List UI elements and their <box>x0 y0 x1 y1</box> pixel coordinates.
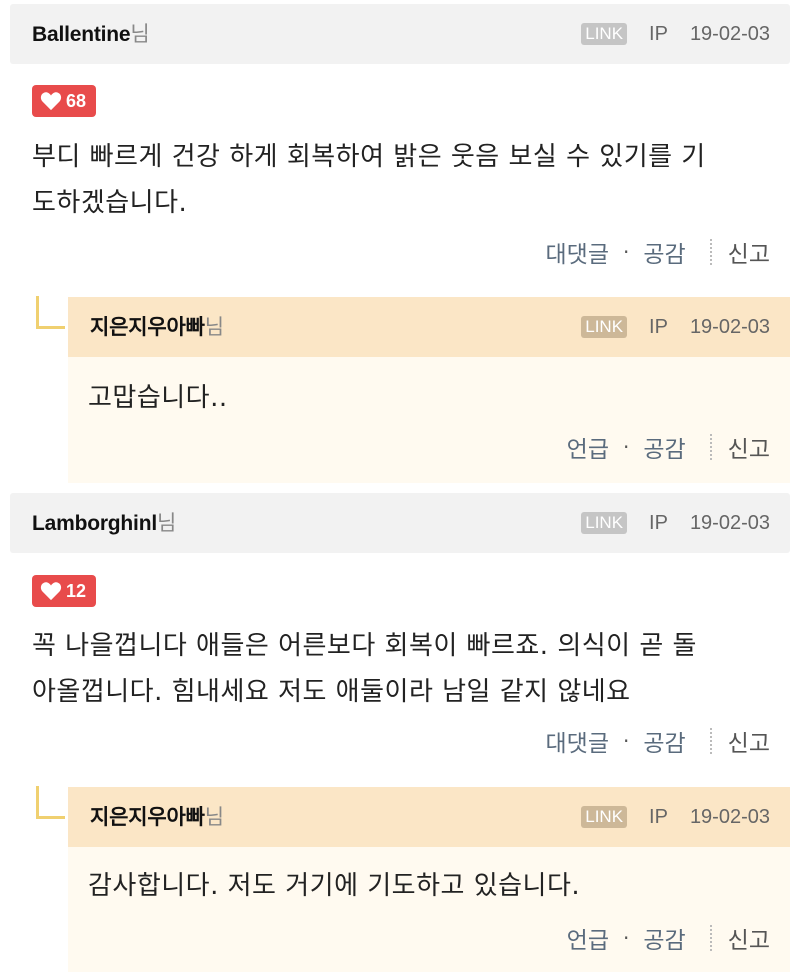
link-badge[interactable]: LINK <box>581 806 628 828</box>
reply-header: 지은지우아빠님 LINK IP 19-02-03 <box>68 787 790 847</box>
action-separator-dot: · <box>622 240 630 264</box>
comment-meta: LINK IP 19-02-03 <box>581 493 770 553</box>
author-name[interactable]: 지은지우아빠 <box>90 806 205 829</box>
like-count: 12 <box>66 580 87 601</box>
action-separator-dot: · <box>622 729 630 753</box>
comment-text: 부디 빠르게 건강 하게 회복하여 밝은 웃음 보실 수 있기를 기 도하겠습니… <box>32 134 772 226</box>
comment-actions: 대댓글 · 공감 신고 <box>546 235 770 269</box>
author-suffix: 님 <box>204 805 224 829</box>
reply-meta: LINK IP 19-02-03 <box>581 787 770 847</box>
reply-meta: LINK IP 19-02-03 <box>581 297 770 357</box>
reply-indicator <box>36 296 65 329</box>
reply-box: 지은지우아빠님 LINK IP 19-02-03 감사합니다. 저도 거기에 기… <box>68 787 790 972</box>
comment-meta: LINK IP 19-02-03 <box>581 4 770 64</box>
action-divider <box>709 239 712 265</box>
heart-icon <box>40 582 62 601</box>
report-button[interactable]: 신고 <box>728 724 770 758</box>
empathy-button[interactable]: 공감 <box>643 430 685 464</box>
report-button[interactable]: 신고 <box>728 235 770 269</box>
link-badge[interactable]: LINK <box>581 316 628 338</box>
comment-actions: 대댓글 · 공감 신고 <box>546 724 770 758</box>
comment-text-line: 아올껍니다. 힘내세요 저도 애둘이라 남일 같지 않네요 <box>32 677 631 707</box>
author-name[interactable]: Ballentine <box>32 23 131 46</box>
comment-text: 꼭 나을껍니다 애들은 어른보다 회복이 빠르죠. 의식이 곧 돌 아올껍니다.… <box>32 623 772 715</box>
comment-text-line: 부디 빠르게 건강 하게 회복하여 밝은 웃음 보실 수 있기를 기 <box>32 142 706 172</box>
reply-indicator <box>36 786 65 819</box>
comment-text-line: 꼭 나을껍니다 애들은 어른보다 회복이 빠르죠. 의식이 곧 돌 <box>32 631 697 661</box>
ip-label: IP <box>649 806 668 828</box>
like-badge[interactable]: 68 <box>32 85 97 117</box>
reply-author[interactable]: 지은지우아빠님 <box>90 297 224 358</box>
like-badge[interactable]: 12 <box>32 575 97 607</box>
action-divider <box>709 728 712 754</box>
comment-text-line: 도하겠습니다. <box>32 188 188 218</box>
reply-date: 19-02-03 <box>689 316 770 338</box>
report-button[interactable]: 신고 <box>728 430 770 464</box>
reply-text: 고맙습니다.. <box>88 383 228 413</box>
comment-header: Ballentine님 LINK IP 19-02-03 <box>10 4 790 64</box>
reply-button[interactable]: 대댓글 <box>546 235 609 269</box>
like-count: 68 <box>66 90 87 111</box>
empathy-button[interactable]: 공감 <box>643 235 685 269</box>
reply-author[interactable]: 지은지우아빠님 <box>90 787 224 848</box>
report-button[interactable]: 신고 <box>728 921 770 955</box>
reply-box: 지은지우아빠님 LINK IP 19-02-03 고맙습니다.. 언급 · 공감… <box>68 297 790 483</box>
empathy-button[interactable]: 공감 <box>643 921 685 955</box>
action-separator-dot: · <box>622 435 630 459</box>
reply-actions: 언급 · 공감 신고 <box>567 922 770 954</box>
heart-icon <box>40 92 62 111</box>
reply-actions: 언급 · 공감 신고 <box>567 431 770 463</box>
link-badge[interactable]: LINK <box>581 512 628 534</box>
action-divider <box>709 434 712 460</box>
reply-header: 지은지우아빠님 LINK IP 19-02-03 <box>68 297 790 357</box>
author-suffix: 님 <box>130 22 150 46</box>
ip-label: IP <box>649 23 668 45</box>
author-suffix: 님 <box>156 511 177 535</box>
mention-button[interactable]: 언급 <box>567 921 609 955</box>
author-name[interactable]: 지은지우아빠 <box>90 316 205 339</box>
ip-label: IP <box>649 512 668 534</box>
link-badge[interactable]: LINK <box>581 23 628 45</box>
comment-author[interactable]: Lamborghinl님 <box>32 493 176 554</box>
comment-date: 19-02-03 <box>689 512 770 534</box>
reply-text: 감사합니다. 저도 거기에 기도하고 있습니다. <box>88 871 581 901</box>
mention-button[interactable]: 언급 <box>567 430 609 464</box>
comment-header: Lamborghinl님 LINK IP 19-02-03 <box>10 493 790 553</box>
reply-date: 19-02-03 <box>689 806 770 828</box>
comment-author[interactable]: Ballentine님 <box>32 4 150 65</box>
author-suffix: 님 <box>204 315 224 339</box>
empathy-button[interactable]: 공감 <box>643 724 685 758</box>
reply-button[interactable]: 대댓글 <box>546 724 609 758</box>
action-divider <box>709 925 712 951</box>
author-name[interactable]: Lamborghinl <box>32 512 157 535</box>
comment-date: 19-02-03 <box>689 23 770 45</box>
ip-label: IP <box>649 316 668 338</box>
action-separator-dot: · <box>622 926 630 950</box>
